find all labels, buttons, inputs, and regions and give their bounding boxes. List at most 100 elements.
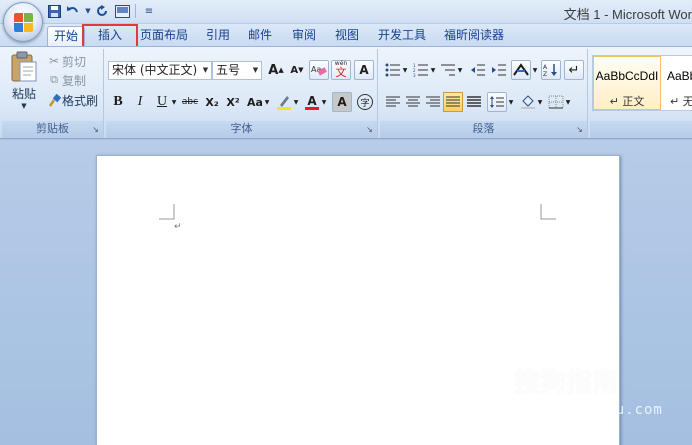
copy-icon: ⧉	[50, 73, 58, 86]
borders-button[interactable]	[546, 92, 566, 112]
cut-button[interactable]: ✂ 剪切	[46, 53, 86, 69]
phonetic-guide-icon: 文	[335, 66, 347, 79]
decrease-indent-icon	[471, 64, 485, 76]
italic-icon: I	[137, 94, 143, 109]
font-size-dropdown-icon[interactable]: ▼	[250, 62, 261, 79]
shading-dropdown-icon[interactable]: ▼	[536, 92, 544, 112]
tab-mailings[interactable]: 邮件	[242, 26, 278, 46]
bold-button[interactable]: B	[108, 92, 128, 112]
enclose-characters-button[interactable]: 字	[355, 92, 375, 112]
tab-page-layout[interactable]: 页面布局	[134, 26, 194, 46]
format-painter-button[interactable]: 格式刷	[46, 92, 98, 108]
align-right-button[interactable]	[423, 92, 443, 112]
font-size-value: 五号	[216, 63, 241, 77]
underline-button[interactable]: U	[152, 92, 172, 112]
style-no-spacing[interactable]: AaBbC ↵ 无	[663, 56, 692, 110]
paragraph-mark-icon: ↵	[174, 222, 182, 232]
multilevel-list-icon	[441, 64, 455, 76]
eraser-icon: Aa	[311, 65, 327, 76]
tab-references[interactable]: 引用	[200, 26, 236, 46]
font-color-dropdown-icon[interactable]: ▼	[320, 92, 328, 112]
highlight-dropdown-icon[interactable]: ▼	[292, 92, 300, 112]
clipboard-group-title: 剪贴板	[2, 121, 103, 138]
undo-icon[interactable]	[65, 3, 81, 19]
tab-foxit-reader[interactable]: 福昕阅读器	[438, 26, 510, 46]
customize-qat-icon[interactable]: ≡	[141, 3, 157, 19]
justify-button[interactable]	[443, 92, 463, 112]
character-border-button[interactable]: A	[354, 60, 374, 80]
paste-dropdown-icon: ▼	[21, 102, 27, 110]
save-icon[interactable]	[46, 3, 62, 19]
svg-text:3: 3	[413, 73, 416, 77]
numbering-button[interactable]: 123	[411, 60, 431, 80]
chinese-layout-button[interactable]	[511, 60, 531, 80]
character-shading-icon: A	[337, 95, 347, 109]
bullets-dropdown-icon[interactable]: ▼	[401, 60, 409, 80]
title-bar: ▼ ≡ 文档 1 - Microsoft Wor	[0, 0, 692, 24]
font-launcher-icon[interactable]: ↘	[365, 126, 374, 135]
grow-font-button[interactable]: A ▲	[266, 60, 286, 80]
style-normal[interactable]: AaBbCcDdI ↵ 正文	[593, 56, 661, 110]
paint-bucket-icon	[521, 95, 535, 109]
superscript-button[interactable]: X²	[223, 92, 243, 112]
subscript-button[interactable]: X₂	[202, 92, 222, 112]
line-spacing-icon	[490, 96, 504, 108]
decrease-indent-button[interactable]	[468, 60, 488, 80]
align-center-button[interactable]	[403, 92, 423, 112]
change-case-dropdown-icon[interactable]: ▼	[263, 92, 271, 112]
font-name-combo[interactable]: 宋体 (中文正文) ▼	[108, 61, 212, 80]
underline-dropdown-icon[interactable]: ▼	[170, 92, 178, 112]
tab-developer[interactable]: 开发工具	[372, 26, 432, 46]
font-group: 宋体 (中文正文) ▼ 五号 ▼ A ▲ A ▼ Aa wén 文 A B I U …	[106, 49, 378, 138]
line-spacing-button[interactable]	[487, 92, 507, 112]
clipboard-launcher-icon[interactable]: ↘	[91, 126, 100, 135]
svg-text:A: A	[543, 64, 548, 71]
distributed-button[interactable]	[464, 92, 484, 112]
sort-button[interactable]: AZ	[541, 60, 561, 80]
line-spacing-dropdown-icon[interactable]: ▼	[507, 92, 515, 112]
office-logo-icon	[14, 13, 34, 33]
copy-button[interactable]: ⧉ 复制	[46, 72, 86, 88]
align-left-button[interactable]	[383, 92, 403, 112]
increase-indent-button[interactable]	[489, 60, 509, 80]
font-name-dropdown-icon[interactable]: ▼	[200, 62, 211, 79]
character-shading-button[interactable]: A	[332, 92, 352, 112]
numbering-dropdown-icon[interactable]: ▼	[429, 60, 437, 80]
multilevel-list-button[interactable]	[438, 60, 458, 80]
clear-formatting-button[interactable]: Aa	[309, 60, 329, 80]
paste-button[interactable]: 粘贴 ▼	[6, 51, 42, 115]
print-preview-icon[interactable]	[114, 3, 130, 19]
tab-insert[interactable]: 插入	[82, 24, 138, 48]
ribbon: 粘贴 ▼ ✂ 剪切 ⧉ 复制 格式刷 剪贴板 ↘ 宋体 (中文正文) ▼ 五号 …	[0, 46, 692, 139]
italic-button[interactable]: I	[130, 92, 150, 112]
phonetic-guide-button[interactable]: wén 文	[331, 60, 351, 80]
chinese-layout-dropdown-icon[interactable]: ▼	[531, 60, 539, 80]
paragraph-launcher-icon[interactable]: ↘	[575, 126, 584, 135]
shrink-font-button[interactable]: A ▼	[287, 60, 307, 80]
style-normal-sample: AaBbCcDdI	[595, 69, 659, 83]
window-title: 文档 1 - Microsoft Wor	[563, 7, 692, 22]
pilcrow-icon: ↵	[568, 62, 580, 78]
font-size-combo[interactable]: 五号 ▼	[212, 61, 262, 80]
multilevel-dropdown-icon[interactable]: ▼	[456, 60, 464, 80]
change-case-button[interactable]: Aa	[245, 92, 265, 112]
strikethrough-button[interactable]: abc	[180, 92, 200, 112]
tab-home[interactable]: 开始	[47, 26, 86, 46]
margin-corner-top-left	[159, 204, 175, 220]
office-button[interactable]	[3, 2, 43, 42]
tab-review[interactable]: 审阅	[286, 26, 322, 46]
redo-icon[interactable]	[95, 3, 111, 19]
chinese-layout-icon	[513, 63, 529, 76]
sogou-watermark: 搜狗指南	[514, 368, 619, 398]
text-highlight-button[interactable]	[274, 92, 294, 112]
align-right-icon	[426, 96, 440, 107]
bullets-button[interactable]	[383, 60, 403, 80]
increase-indent-icon	[492, 64, 506, 76]
tab-view[interactable]: 视图	[329, 26, 365, 46]
show-paragraph-marks-button[interactable]: ↵	[564, 60, 584, 80]
borders-dropdown-icon[interactable]: ▼	[564, 92, 572, 112]
bullets-icon	[385, 63, 400, 77]
font-color-button[interactable]: A	[302, 92, 322, 112]
shading-button[interactable]	[518, 92, 538, 112]
undo-dropdown-icon[interactable]: ▼	[84, 3, 92, 19]
